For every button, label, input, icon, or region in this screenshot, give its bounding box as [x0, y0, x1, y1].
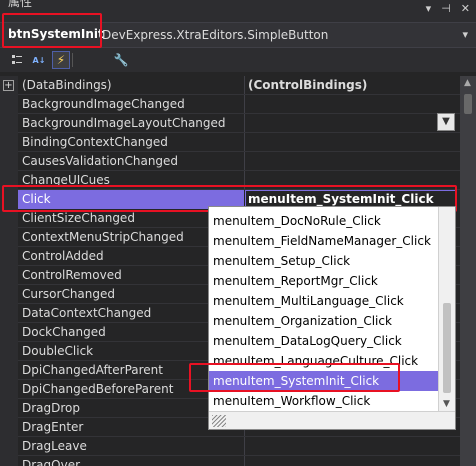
- property-row[interactable]: BindingContextChanged: [0, 133, 460, 152]
- scroll-up-icon[interactable]: ▲: [464, 78, 471, 88]
- list-item[interactable]: menuItem_Organization_Click: [209, 311, 439, 331]
- property-name: ClientSizeChanged: [22, 211, 135, 225]
- dropdown-scrollbar[interactable]: ▼: [438, 207, 455, 411]
- property-name: BackgroundImageLayoutChanged: [22, 116, 226, 130]
- properties-window-titlebar: 属性 ▾ ⊣ ✕: [0, 0, 476, 22]
- chevron-down-icon[interactable]: ▾: [462, 28, 468, 41]
- property-grid-scrollbar[interactable]: ▲: [460, 76, 476, 466]
- property-name: DragLeave: [22, 439, 87, 453]
- property-row[interactable]: BackgroundImageLayoutChanged: [0, 114, 460, 133]
- chevron-down-icon: ▼: [442, 116, 450, 127]
- object-type: DevExpress.XtraEditors.SimpleButton: [102, 28, 329, 42]
- property-name: CursorChanged: [22, 287, 116, 301]
- property-value-click[interactable]: menuItem_SystemInit_Click: [248, 192, 434, 206]
- list-item[interactable]: menuItem_DocNoRule_Click: [209, 211, 439, 231]
- scrollbar-thumb[interactable]: [464, 94, 472, 114]
- property-name: DragEnter: [22, 420, 84, 434]
- property-value[interactable]: (ControlBindings): [248, 78, 367, 92]
- toolbar-separator: [72, 53, 73, 67]
- window-controls: ▾ ⊣ ✕: [426, 2, 470, 15]
- scroll-down-icon[interactable]: ▼: [443, 399, 450, 409]
- property-name: DpiChangedBeforeParent: [22, 382, 174, 396]
- object-selector[interactable]: btnSystemInit DevExpress.XtraEditors.Sim…: [0, 22, 476, 48]
- property-name: DataContextChanged: [22, 306, 152, 320]
- dropdown-arrow-icon[interactable]: ▾: [426, 2, 432, 15]
- property-row[interactable]: BackgroundImageChanged: [0, 95, 460, 114]
- close-icon[interactable]: ✕: [461, 2, 470, 15]
- property-pages-icon[interactable]: 🔧: [112, 51, 130, 69]
- value-dropdown-button[interactable]: ▼: [437, 113, 455, 131]
- property-name: DragOver: [22, 458, 81, 466]
- pin-icon[interactable]: ⊣: [441, 2, 451, 15]
- event-handler-dropdown[interactable]: menuItem_DocNoRule_Click menuItem_FieldN…: [208, 206, 456, 430]
- properties-toolbar: A↓ ⚡ 🔧: [0, 48, 476, 72]
- property-name: CausesValidationChanged: [22, 154, 179, 168]
- property-name: ControlAdded: [22, 249, 104, 263]
- property-row[interactable]: DragLeave: [0, 437, 460, 456]
- property-row[interactable]: DragOver: [0, 456, 460, 466]
- expand-icon[interactable]: +: [3, 80, 14, 91]
- categorized-icon[interactable]: [8, 51, 26, 69]
- window-title: 属性: [8, 0, 33, 9]
- list-item-selected[interactable]: menuItem_SystemInit_Click: [209, 371, 439, 391]
- property-name: BindingContextChanged: [22, 135, 168, 149]
- list-item[interactable]: menuItem_MultiLanguage_Click: [209, 291, 439, 311]
- property-name: ContextMenuStripChanged: [22, 230, 184, 244]
- scrollbar-thumb[interactable]: [443, 303, 451, 393]
- alphabetical-icon[interactable]: A↓: [30, 51, 48, 69]
- list-item[interactable]: menuItem_DataLogQuery_Click: [209, 331, 439, 351]
- list-item[interactable]: menuItem_FieldNameManager_Click: [209, 231, 439, 251]
- object-name: btnSystemInit: [8, 27, 104, 41]
- property-row[interactable]: CausesValidationChanged: [0, 152, 460, 171]
- property-name: BackgroundImageChanged: [22, 97, 185, 111]
- property-name: DragDrop: [22, 401, 81, 415]
- list-item[interactable]: menuItem_Setup_Click: [209, 251, 439, 271]
- property-row[interactable]: ChangeUICues: [0, 171, 460, 190]
- property-name: DpiChangedAfterParent: [22, 363, 163, 377]
- list-item[interactable]: menuItem_ReportMgr_Click: [209, 271, 439, 291]
- property-name: DockChanged: [22, 325, 106, 339]
- property-name: (DataBindings): [22, 78, 112, 92]
- list-item[interactable]: menuItem_Workflow_Click: [209, 391, 439, 411]
- property-name: DoubleClick: [22, 344, 94, 358]
- list-item[interactable]: menuItem_LanguageCulture_Click: [209, 351, 439, 371]
- resize-grip-icon: [212, 415, 226, 427]
- property-name: ChangeUICues: [22, 173, 110, 187]
- events-icon[interactable]: ⚡: [52, 51, 70, 69]
- resize-grip[interactable]: [209, 411, 455, 429]
- property-name: Click: [22, 192, 51, 206]
- property-name: ControlRemoved: [22, 268, 122, 282]
- property-row[interactable]: + (DataBindings) (ControlBindings): [0, 76, 460, 95]
